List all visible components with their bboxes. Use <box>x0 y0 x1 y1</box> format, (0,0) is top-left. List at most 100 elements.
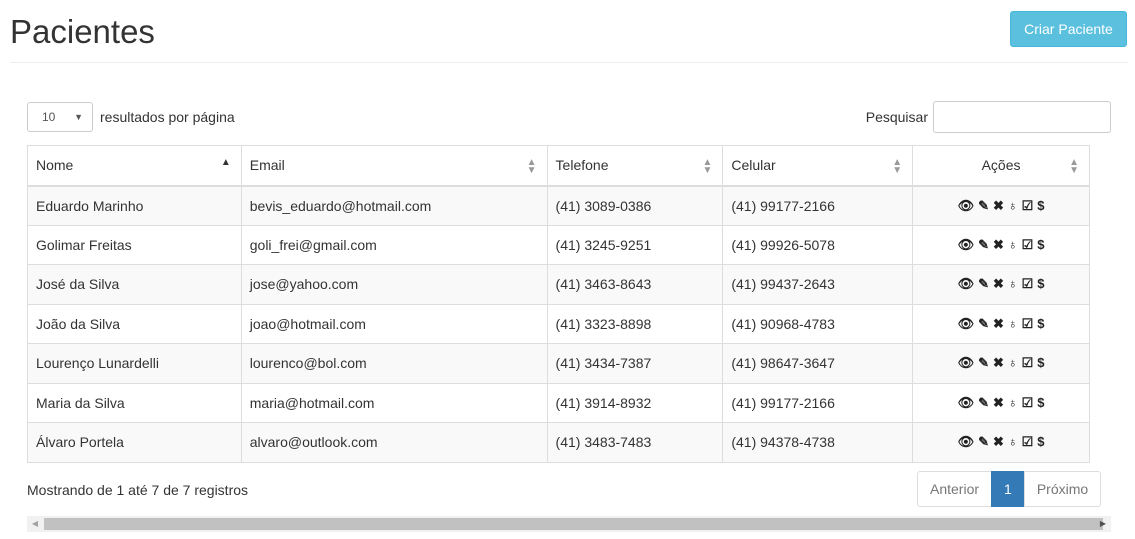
search-input[interactable] <box>933 101 1111 133</box>
table-row: Lourenço Lunardelli lourenco@bol.com (41) … <box>27 343 1090 384</box>
pencil-icon[interactable]: ✎ <box>978 395 989 411</box>
cell-celular: (41) 94378-4738 <box>722 422 914 463</box>
times-icon[interactable]: ✖ <box>993 355 1004 371</box>
table-body: Eduardo Marinho bevis_eduardo@hotmail.com… <box>27 185 1090 463</box>
cell-celular: (41) 99926-5078 <box>722 224 914 265</box>
column-header-celular[interactable]: Celular ▲ ▼ <box>722 145 914 187</box>
column-header-label: Nome <box>36 157 74 174</box>
dollar-icon[interactable]: $ <box>1037 395 1044 410</box>
stethoscope-icon[interactable]: ♁ <box>1008 237 1018 252</box>
scroll-left-icon[interactable]: ◀ <box>27 516 43 532</box>
sort-both-icon: ▲ ▼ <box>892 157 903 176</box>
cell-celular: (41) 98647-3647 <box>722 343 914 384</box>
stethoscope-icon[interactable]: ♁ <box>1008 276 1018 291</box>
table-row: João da Silva joao@hotmail.com (41) 3323-8… <box>27 303 1090 344</box>
cell-nome: José da Silva <box>27 264 242 305</box>
edit-icon[interactable]: ☑ <box>1022 237 1034 253</box>
pagination: Anterior 1 Próximo <box>917 471 1102 507</box>
column-header-label: Email <box>249 157 285 174</box>
pencil-icon[interactable]: ✎ <box>978 276 989 292</box>
edit-icon[interactable]: ☑ <box>1022 434 1034 450</box>
edit-icon[interactable]: ☑ <box>1022 395 1034 411</box>
cell-actions: 👁 ✎ ✖ ♁ ☑ $ <box>912 185 1090 226</box>
cell-email: joao@hotmail.com <box>240 303 548 344</box>
cell-email: alvaro@outlook.com <box>240 422 548 463</box>
dollar-icon[interactable]: $ <box>1037 237 1044 252</box>
cell-email: goli_frei@gmail.com <box>240 224 548 265</box>
create-patient-button[interactable]: Criar Paciente <box>1010 11 1127 47</box>
times-icon[interactable]: ✖ <box>993 434 1004 450</box>
stethoscope-icon[interactable]: ♁ <box>1008 355 1018 370</box>
dollar-icon[interactable]: $ <box>1037 198 1044 213</box>
cell-nome: Maria da Silva <box>27 382 242 423</box>
column-header-telefone[interactable]: Telefone ▲ ▼ <box>546 145 724 187</box>
cell-nome: Golimar Freitas <box>27 224 242 265</box>
eye-icon[interactable]: 👁 <box>958 355 975 371</box>
times-icon[interactable]: ✖ <box>993 276 1004 292</box>
eye-icon[interactable]: 👁 <box>958 395 975 411</box>
stethoscope-icon[interactable]: ♁ <box>1008 316 1018 331</box>
times-icon[interactable]: ✖ <box>993 316 1004 332</box>
cell-email: lourenco@bol.com <box>240 343 548 384</box>
cell-telefone: (41) 3463-8643 <box>546 264 724 305</box>
page-length-label: resultados por página <box>100 109 235 125</box>
page-length-select[interactable]: 10 ▼ <box>27 102 93 132</box>
cell-telefone: (41) 3914-8932 <box>546 382 724 423</box>
pencil-icon[interactable]: ✎ <box>978 198 989 214</box>
cell-email: bevis_eduardo@hotmail.com <box>240 185 548 226</box>
cell-nome: João da Silva <box>27 303 242 344</box>
column-header-acoes[interactable]: Ações ▲ ▼ <box>912 145 1090 187</box>
cell-nome: Lourenço Lunardelli <box>27 343 242 384</box>
pencil-icon[interactable]: ✎ <box>978 434 989 450</box>
table-row: Álvaro Portela alvaro@outlook.com (41) 348… <box>27 422 1090 463</box>
scroll-right-icon[interactable]: ▶ <box>1095 516 1111 532</box>
column-header-email[interactable]: Email ▲ ▼ <box>240 145 548 187</box>
column-header-label: Telefone <box>555 157 609 174</box>
page-title: Pacientes <box>10 13 155 50</box>
eye-icon[interactable]: 👁 <box>958 276 975 292</box>
edit-icon[interactable]: ☑ <box>1022 355 1034 371</box>
stethoscope-icon[interactable]: ♁ <box>1008 395 1018 410</box>
column-header-nome[interactable]: Nome ▲ <box>27 145 242 187</box>
pagination-page-1[interactable]: 1 <box>991 471 1025 507</box>
dollar-icon[interactable]: $ <box>1037 276 1044 291</box>
times-icon[interactable]: ✖ <box>993 198 1004 214</box>
table-row: Golimar Freitas goli_frei@gmail.com (41) 3… <box>27 224 1090 265</box>
pagination-next[interactable]: Próximo <box>1023 471 1102 507</box>
cell-email: jose@yahoo.com <box>240 264 548 305</box>
cell-celular: (41) 90968-4783 <box>722 303 914 344</box>
dollar-icon[interactable]: $ <box>1037 434 1044 449</box>
sort-both-icon: ▲ ▼ <box>526 157 537 176</box>
cell-nome: Eduardo Marinho <box>27 185 242 226</box>
cell-email: maria@hotmail.com <box>240 382 548 423</box>
table-header-row: Nome ▲ Email ▲ ▼ Telefone ▲ ▼ Celular ▲ ▼ Ações… <box>27 145 1090 187</box>
edit-icon[interactable]: ☑ <box>1022 198 1034 214</box>
eye-icon[interactable]: 👁 <box>958 316 975 332</box>
pagination-previous[interactable]: Anterior <box>917 471 993 507</box>
cell-telefone: (41) 3089-0386 <box>546 185 724 226</box>
pencil-icon[interactable]: ✎ <box>978 316 989 332</box>
dollar-icon[interactable]: $ <box>1037 316 1044 331</box>
sort-both-icon: ▲ ▼ <box>702 157 713 176</box>
column-header-label: Ações <box>981 157 1021 174</box>
table-row: Eduardo Marinho bevis_eduardo@hotmail.com… <box>27 185 1090 226</box>
horizontal-scrollbar[interactable]: ◀ ▶ <box>27 516 1111 532</box>
column-header-label: Celular <box>731 157 776 174</box>
scrollbar-thumb[interactable] <box>44 518 1103 530</box>
eye-icon[interactable]: 👁 <box>958 198 975 214</box>
edit-icon[interactable]: ☑ <box>1022 316 1034 332</box>
stethoscope-icon[interactable]: ♁ <box>1008 198 1018 213</box>
times-icon[interactable]: ✖ <box>993 237 1004 253</box>
pencil-icon[interactable]: ✎ <box>978 355 989 371</box>
search-label: Pesquisar <box>865 109 928 125</box>
cell-actions: 👁 ✎ ✖ ♁ ☑ $ <box>912 343 1090 384</box>
eye-icon[interactable]: 👁 <box>958 237 975 253</box>
pencil-icon[interactable]: ✎ <box>978 237 989 253</box>
cell-celular: (41) 99437-2643 <box>722 264 914 305</box>
eye-icon[interactable]: 👁 <box>958 434 975 450</box>
patients-table: Nome ▲ Email ▲ ▼ Telefone ▲ ▼ Celular ▲ ▼ Ações… <box>27 145 1090 463</box>
stethoscope-icon[interactable]: ♁ <box>1008 434 1018 449</box>
times-icon[interactable]: ✖ <box>993 395 1004 411</box>
dollar-icon[interactable]: $ <box>1037 355 1044 370</box>
edit-icon[interactable]: ☑ <box>1022 276 1034 292</box>
